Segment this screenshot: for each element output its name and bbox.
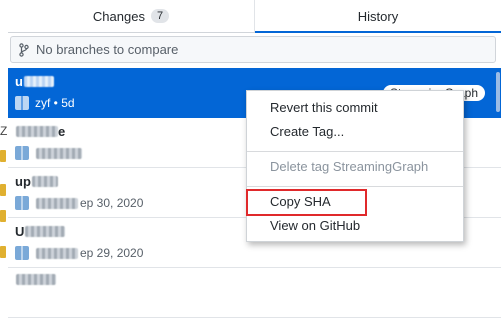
menu-item-view-on-github[interactable]: View on GitHub <box>270 215 360 237</box>
blurred-text <box>23 76 54 87</box>
changes-count-badge: 7 <box>150 9 170 23</box>
blurred-text <box>36 197 78 209</box>
tab-changes[interactable]: Changes 7 <box>8 0 255 32</box>
tab-history[interactable]: History <box>255 0 501 33</box>
tab-changes-label: Changes <box>92 8 145 24</box>
blurred-text <box>25 226 66 237</box>
menu-divider <box>247 186 463 187</box>
commit-time: 5d <box>61 96 75 110</box>
avatar <box>15 96 29 110</box>
branch-compare-input[interactable]: No branches to compare <box>10 36 496 63</box>
commit-author: zyf <box>35 96 51 110</box>
blurred-text <box>16 274 56 285</box>
commit-date: ep 29, 2020 <box>80 246 144 260</box>
commit-meta: ep 29, 2020 <box>15 246 143 260</box>
commit-meta <box>15 146 82 160</box>
commit-title-text: U <box>15 224 25 239</box>
edge-folder-icon <box>0 246 6 258</box>
blurred-text <box>31 176 58 187</box>
commit-title-text: up <box>15 174 31 189</box>
commit-meta: ep 30, 2020 <box>15 196 143 210</box>
blurred-text <box>36 247 78 259</box>
commit-title: up <box>15 174 58 189</box>
commit-title-text: u <box>15 74 23 89</box>
context-menu: Revert this commit Create Tag... Delete … <box>246 90 464 242</box>
menu-item-copy-sha[interactable]: Copy SHA <box>270 191 331 213</box>
avatar <box>15 246 29 260</box>
commit-date: ep 30, 2020 <box>80 196 144 210</box>
edge-folder-icon <box>0 184 6 196</box>
scrollbar[interactable] <box>496 72 500 112</box>
branch-icon <box>19 42 29 57</box>
commit-title: e <box>15 124 65 139</box>
commit-title-text: e <box>58 124 66 139</box>
edge-folder-icon <box>0 210 6 222</box>
commit-meta: zyf • 5d <box>15 96 75 110</box>
menu-item-revert[interactable]: Revert this commit <box>270 97 378 119</box>
commit-row[interactable] <box>8 268 501 318</box>
tab-history-label: History <box>357 8 399 24</box>
meta-separator: • <box>50 96 62 110</box>
commit-title: U <box>15 224 66 239</box>
avatar <box>15 196 29 210</box>
tab-bar: Changes 7 History <box>8 0 501 33</box>
commit-title <box>15 274 56 285</box>
blurred-text <box>16 126 58 137</box>
commit-title: u <box>15 74 54 89</box>
left-edge-fragments: Z <box>0 0 8 290</box>
menu-item-delete-tag[interactable]: Delete tag StreamingGraph <box>270 156 428 178</box>
menu-item-create-tag[interactable]: Create Tag... <box>270 121 344 143</box>
edge-folder-icon <box>0 150 6 162</box>
edge-text-fragment: Z <box>0 124 7 138</box>
avatar <box>15 146 29 160</box>
branch-compare-placeholder: No branches to compare <box>36 42 179 57</box>
menu-divider <box>247 151 463 152</box>
blurred-text <box>36 147 82 159</box>
